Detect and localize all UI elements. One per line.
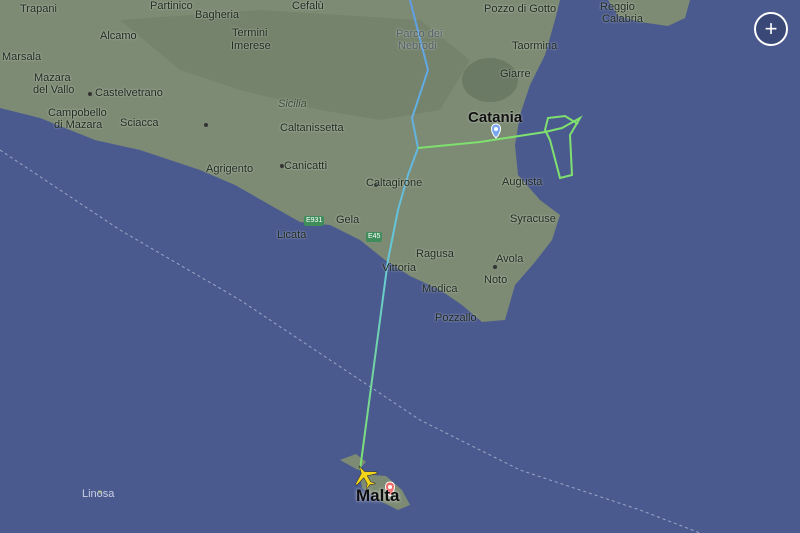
label-pozzallo: Pozzallo — [435, 312, 477, 324]
label-marsala: Marsala — [2, 51, 42, 63]
label-del-vallo: del Vallo — [33, 84, 75, 96]
label-avola: Avola — [496, 253, 524, 265]
label-partinico: Partinico — [150, 0, 193, 12]
plus-icon: + — [764, 16, 778, 41]
label-imerese: Imerese — [231, 40, 271, 52]
town-dot — [204, 123, 208, 127]
label-alcamo: Alcamo — [100, 30, 137, 42]
label-vittoria: Vittoria — [382, 262, 417, 274]
label-trapani: Trapani — [20, 3, 57, 15]
label-syracuse: Syracuse — [510, 213, 556, 225]
town-dot — [88, 92, 92, 96]
town-dot — [493, 265, 497, 269]
label-sicilia: Sicilia — [278, 98, 307, 110]
label-malta: Malta — [356, 486, 400, 505]
label-nebrodi: Nebrodi — [398, 40, 437, 52]
label-campobello: Campobello — [48, 107, 107, 119]
label-reggio: Reggio — [600, 1, 635, 13]
zoom-in-button[interactable]: + — [754, 12, 788, 46]
label-taormina: Taormina — [512, 40, 558, 52]
label-parco-dei: Parco dei — [396, 28, 443, 40]
road-shield-e45: E45 — [366, 232, 383, 242]
label-castelvetrano: Castelvetrano — [95, 87, 163, 99]
label-gela: Gela — [336, 214, 360, 226]
label-mazara: Mazara — [34, 72, 71, 84]
label-caltagirone: Caltagirone — [366, 177, 423, 189]
label-di-mazara: di Mazara — [54, 119, 103, 131]
etna-shade — [462, 58, 518, 102]
label-agrigento: Agrigento — [206, 163, 254, 175]
label-calabria: Calabria — [602, 13, 643, 25]
label-linosa: Linosa — [82, 488, 115, 500]
label-ragusa: Ragusa — [416, 248, 454, 260]
label-noto: Noto — [484, 274, 508, 286]
label-cefalu: Cefalù — [292, 0, 324, 12]
label-termini: Termini — [232, 27, 268, 39]
label-pozzo-di-gotto: Pozzo di Gotto — [484, 3, 557, 15]
label-licata: Licata — [277, 229, 307, 241]
road-shield-e931: E931 — [304, 216, 325, 226]
label-catania: Catania — [468, 109, 523, 126]
label-modica: Modica — [422, 283, 458, 295]
label-caltanissetta: Caltanissetta — [280, 122, 344, 134]
label-canicatti: Canicattì — [284, 160, 328, 172]
label-giarre: Giarre — [500, 68, 531, 80]
label-sciacca: Sciacca — [120, 117, 159, 129]
flight-map[interactable]: Partinico Cefalù Pozzo di Gotto Reggio C… — [0, 0, 800, 533]
label-augusta: Augusta — [502, 176, 543, 188]
label-bagheria: Bagheria — [195, 9, 240, 21]
